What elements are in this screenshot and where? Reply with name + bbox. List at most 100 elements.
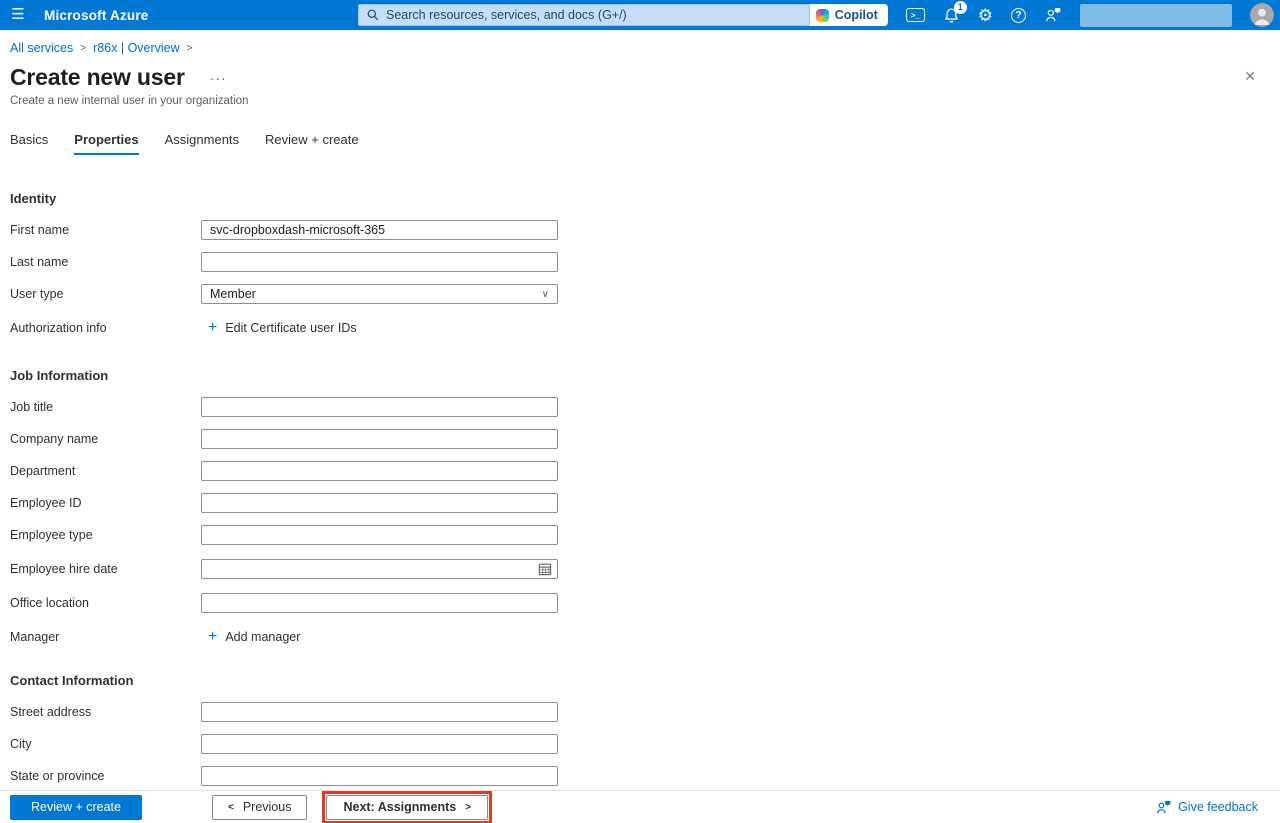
- city-label: City: [10, 737, 201, 751]
- company-name-input[interactable]: [201, 429, 558, 449]
- azure-top-bar: ☰ Microsoft Azure Copilot >_ 1 ⚙ ?: [0, 0, 1280, 30]
- field-job-title: Job title: [10, 397, 1270, 417]
- employee-hire-date-input[interactable]: [201, 559, 558, 579]
- topbar-actions: Copilot >_ 1 ⚙ ?: [806, 3, 1280, 27]
- field-employee-id: Employee ID: [10, 493, 1270, 513]
- office-location-label: Office location: [10, 596, 201, 610]
- breadcrumb-all-services[interactable]: All services: [10, 41, 73, 55]
- state-or-province-input[interactable]: [201, 766, 558, 786]
- give-feedback-link[interactable]: Give feedback: [1155, 800, 1258, 815]
- gear-icon: ⚙: [978, 7, 993, 24]
- avatar[interactable]: [1250, 3, 1274, 27]
- department-label: Department: [10, 464, 201, 478]
- feedback-button[interactable]: [1044, 7, 1062, 23]
- field-state-or-province: State or province: [10, 766, 1270, 786]
- hamburger-menu-icon[interactable]: ☰: [0, 0, 36, 30]
- first-name-input[interactable]: [201, 220, 558, 240]
- tab-properties[interactable]: Properties: [74, 132, 138, 155]
- copilot-icon: [816, 9, 829, 22]
- title-row: Create new user ···: [10, 64, 1270, 91]
- field-first-name: First name: [10, 220, 1270, 240]
- page-subtitle: Create a new internal user in your organ…: [10, 95, 1270, 107]
- feedback-person-icon: [1044, 7, 1062, 23]
- employee-hire-date-label: Employee hire date: [10, 562, 201, 576]
- previous-label: Previous: [243, 800, 292, 814]
- field-department: Department: [10, 461, 1270, 481]
- field-city: City: [10, 734, 1270, 754]
- search-icon: [367, 9, 379, 21]
- red-highlight-annotation: Next: Assignments >: [322, 791, 492, 823]
- notifications-button[interactable]: 1: [943, 7, 960, 24]
- job-title-label: Job title: [10, 400, 201, 414]
- previous-button[interactable]: < Previous: [212, 795, 307, 820]
- feedback-person-icon: [1155, 800, 1172, 815]
- add-manager-link[interactable]: + Add manager: [201, 629, 300, 645]
- job-title-input[interactable]: [201, 397, 558, 417]
- tab-review-create[interactable]: Review + create: [265, 132, 359, 155]
- global-search[interactable]: [358, 4, 810, 26]
- copilot-label: Copilot: [835, 8, 878, 22]
- last-name-input[interactable]: [201, 252, 558, 272]
- last-name-label: Last name: [10, 255, 201, 269]
- tab-basics[interactable]: Basics: [10, 132, 48, 155]
- section-heading-identity: Identity: [10, 191, 1270, 206]
- city-input[interactable]: [201, 734, 558, 754]
- section-heading-contact: Contact Information: [10, 673, 1270, 688]
- close-icon[interactable]: ✕: [1244, 68, 1256, 85]
- section-heading-job: Job Information: [10, 368, 1270, 383]
- review-create-button[interactable]: Review + create: [10, 795, 142, 820]
- settings-button[interactable]: ⚙: [978, 7, 993, 24]
- next-label: Next: Assignments: [343, 800, 456, 814]
- manager-label: Manager: [10, 630, 201, 644]
- help-button[interactable]: ?: [1011, 8, 1026, 23]
- account-info-redacted: [1080, 4, 1232, 27]
- tab-assignments[interactable]: Assignments: [165, 132, 239, 155]
- first-name-label: First name: [10, 223, 201, 237]
- field-manager: Manager + Add manager: [10, 627, 1270, 647]
- department-input[interactable]: [201, 461, 558, 481]
- give-feedback-label: Give feedback: [1178, 800, 1258, 814]
- chevron-right-icon: >: [465, 802, 471, 813]
- search-input[interactable]: [386, 8, 801, 22]
- page-title: Create new user: [10, 64, 185, 91]
- user-type-select[interactable]: Member ∨: [201, 284, 558, 304]
- breadcrumb: All services > r86x | Overview >: [10, 41, 1270, 55]
- chevron-down-icon: ∨: [542, 289, 549, 300]
- breadcrumb-separator-icon: >: [187, 43, 193, 54]
- office-location-input[interactable]: [201, 593, 558, 613]
- employee-type-input[interactable]: [201, 525, 558, 545]
- street-address-label: Street address: [10, 705, 201, 719]
- edit-certificate-user-ids-link[interactable]: + Edit Certificate user IDs: [201, 320, 357, 336]
- company-name-label: Company name: [10, 432, 201, 446]
- field-authorization-info: Authorization info + Edit Certificate us…: [10, 318, 1270, 338]
- employee-id-input[interactable]: [201, 493, 558, 513]
- state-or-province-label: State or province: [10, 769, 201, 783]
- cloud-shell-button[interactable]: >_: [906, 8, 925, 22]
- chevron-left-icon: <: [228, 802, 234, 813]
- plus-icon: +: [208, 320, 217, 336]
- authorization-info-label: Authorization info: [10, 321, 201, 335]
- add-manager-label: Add manager: [225, 630, 300, 644]
- next-assignments-button[interactable]: Next: Assignments >: [326, 795, 488, 820]
- field-last-name: Last name: [10, 252, 1270, 272]
- wizard-tabs: Basics Properties Assignments Review + c…: [10, 132, 1270, 155]
- breadcrumb-separator-icon: >: [80, 43, 86, 54]
- copilot-button[interactable]: Copilot: [806, 4, 888, 26]
- employee-type-label: Employee type: [10, 528, 201, 542]
- field-company-name: Company name: [10, 429, 1270, 449]
- field-employee-type: Employee type: [10, 525, 1270, 545]
- breadcrumb-r86x-overview[interactable]: r86x | Overview: [93, 41, 180, 55]
- terminal-icon: >_: [906, 8, 925, 22]
- street-address-input[interactable]: [201, 702, 558, 722]
- employee-id-label: Employee ID: [10, 496, 201, 510]
- app-title[interactable]: Microsoft Azure: [44, 8, 149, 23]
- person-icon: [1250, 3, 1274, 27]
- edit-certificate-user-ids-label: Edit Certificate user IDs: [225, 321, 356, 335]
- field-employee-hire-date: Employee hire date: [10, 559, 1270, 579]
- more-options-button[interactable]: ···: [210, 70, 227, 86]
- page-content: All services > r86x | Overview > Create …: [0, 41, 1280, 786]
- wizard-footer: Review + create < Previous Next: Assignm…: [0, 790, 1280, 823]
- field-office-location: Office location: [10, 593, 1270, 613]
- calendar-icon[interactable]: [538, 562, 552, 576]
- field-street-address: Street address: [10, 702, 1270, 722]
